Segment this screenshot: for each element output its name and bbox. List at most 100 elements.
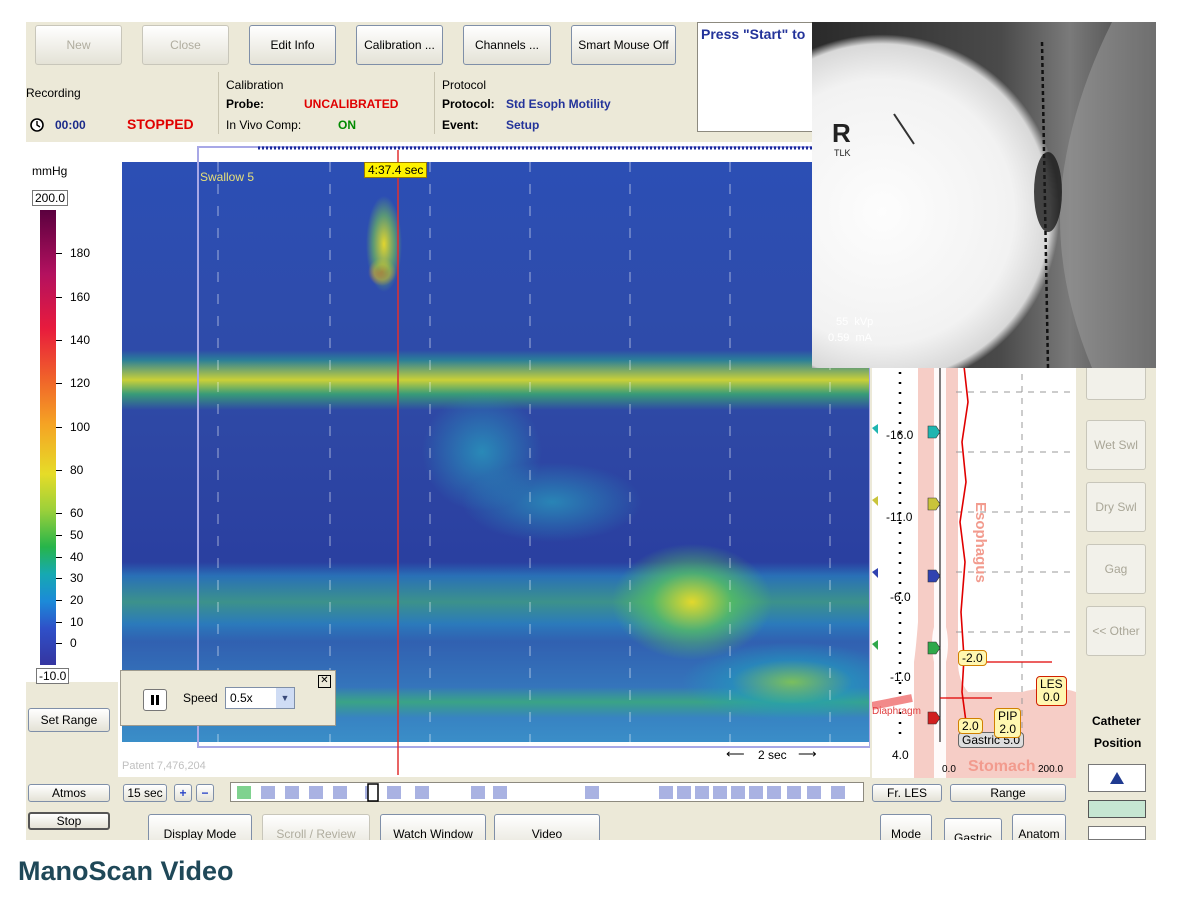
channels-button[interactable]: Channels ... (463, 25, 551, 65)
speed-value: 0.5x (230, 691, 253, 705)
scale-tick (56, 427, 62, 428)
zoom-out-icon[interactable]: − (196, 784, 214, 802)
scale-tick (56, 578, 62, 579)
stop-button[interactable]: Stop (28, 812, 110, 830)
scale-tick-label: 50 (70, 528, 84, 542)
xray-marker: R (832, 118, 851, 148)
calibration-button[interactable]: Calibration ... (356, 25, 443, 65)
position-label: -16.0 (886, 428, 914, 442)
catheter-label: Catheter (1092, 714, 1141, 728)
pause-icon (151, 695, 159, 705)
catheter-position-indicator (1088, 800, 1146, 818)
close-button[interactable]: Close (142, 25, 229, 65)
protocol-label: Protocol: (442, 97, 495, 111)
range-button[interactable]: Range (950, 784, 1066, 802)
scale-tick-label: 10 (70, 615, 84, 629)
fr-les-button[interactable]: Fr. LES (872, 784, 942, 802)
time-span-label: 2 sec (758, 748, 787, 762)
protocol-value: Std Esoph Motility (506, 97, 611, 111)
stomach-label: Stomach (968, 758, 1036, 775)
position-label: -6.0 (890, 590, 911, 604)
message-box: Press "Start" to (697, 22, 817, 132)
pause-button[interactable] (143, 689, 167, 711)
scale-tick (56, 513, 62, 514)
scale-tick (56, 600, 62, 601)
scale-tick-label: 80 (70, 463, 84, 477)
protocol-header: Protocol (442, 78, 487, 92)
cursor-time-label[interactable]: 4:37.4 sec (364, 162, 428, 178)
les-value: 0.0 (1043, 690, 1060, 704)
xray-ma: 0.59 mA (828, 332, 873, 344)
dry-swallow-button[interactable]: Dry Swl (1086, 482, 1146, 532)
position-label: -11.0 (886, 510, 913, 524)
mode-tab[interactable]: Mode (880, 814, 932, 840)
xray-kvp: 55 kVp (836, 316, 874, 328)
x-axis-min: 0.0 (942, 764, 956, 775)
watch-window-tab[interactable]: Watch Window (380, 814, 486, 840)
speed-label: Speed (183, 691, 218, 705)
set-range-button[interactable]: Set Range (28, 708, 110, 732)
event-label: Event: (442, 118, 479, 132)
scale-tick (56, 340, 62, 341)
gag-button[interactable]: Gag (1086, 544, 1146, 594)
pip-tag: PIP 2.0 (994, 708, 1022, 738)
video-tab[interactable]: Video (494, 814, 600, 840)
scale-tick-label: 120 (70, 376, 91, 390)
probe-label: Probe: (226, 97, 265, 111)
catheter-down-button[interactable] (1088, 826, 1146, 840)
window-length-button[interactable]: 15 sec (123, 784, 167, 802)
anatomy-tab[interactable]: Anatom (1012, 814, 1066, 840)
message-text: Press "Start" to (701, 26, 806, 42)
caption-title: ManoScan Video (18, 856, 234, 886)
xray-marker-sub: TLK (834, 148, 851, 158)
scale-tick-label: 30 (70, 571, 84, 585)
scale-tick (56, 557, 62, 558)
scale-tick-label: 180 (70, 246, 91, 260)
timeline-scrollbar[interactable] (230, 782, 864, 802)
recording-label: Recording (26, 86, 81, 100)
pressure-topography-plot[interactable]: 4:37.4 sec Swallow 5 Patent 7,476,204 ⟵ … (118, 142, 870, 777)
scale-tick (56, 470, 62, 471)
patent-label: Patent 7,476,204 (122, 760, 206, 772)
scale-unit: mmHg (32, 164, 68, 178)
diaphragm-label: Diaphragm (872, 706, 921, 717)
scale-tick (56, 253, 62, 254)
chevron-down-icon[interactable]: ▼ (276, 688, 294, 708)
close-icon[interactable]: ✕ (318, 675, 331, 688)
invivo-value: ON (338, 118, 356, 132)
position-label: 4.0 (892, 748, 909, 762)
edit-info-button[interactable]: Edit Info (249, 25, 336, 65)
pip-value: 2.0 (999, 722, 1017, 736)
wet-swallow-button[interactable]: Wet Swl (1086, 420, 1146, 470)
scale-tick-label: 0 (70, 636, 77, 650)
scale-tick (56, 383, 62, 384)
xray-video-frame: R TLK 55 kVp 0.59 mA (812, 22, 1156, 368)
event-value: Setup (506, 118, 540, 132)
scale-tick-label: 160 (70, 290, 91, 304)
smart-mouse-button[interactable]: Smart Mouse Off (571, 25, 676, 65)
new-button[interactable]: New (35, 25, 122, 65)
color-scale-bar (40, 210, 56, 665)
scale-tick-label: 40 (70, 550, 84, 564)
zoom-in-icon[interactable]: + (174, 784, 192, 802)
atmos-button[interactable]: Atmos (28, 784, 110, 802)
playback-panel: Speed 0.5x ▼ ✕ (120, 670, 336, 726)
speed-select[interactable]: 0.5x ▼ (225, 687, 295, 709)
scale-tick-label: 140 (70, 333, 91, 347)
invivo-label: In Vivo Comp: (226, 118, 302, 132)
anatomy-panel: -16.0 -11.0 -6.0 -1.0 4.0 Esophagus Stom… (872, 362, 1076, 778)
display-mode-tab[interactable]: Display Mode (148, 814, 252, 840)
scale-max: 200.0 (32, 190, 69, 206)
gastric-tab[interactable]: Gastric (944, 818, 1002, 840)
status-separator (434, 72, 435, 134)
scale-tick (56, 622, 62, 623)
recording-time: 00:00 (55, 118, 86, 132)
calibration-header: Calibration (226, 78, 284, 92)
x-axis-max: 200.0 (1038, 764, 1064, 775)
other-button[interactable]: << Other (1086, 606, 1146, 656)
scale-tick (56, 643, 62, 644)
pressure-tag: -2.0 (958, 650, 987, 666)
catheter-up-button[interactable] (1088, 764, 1146, 792)
scroll-review-tab[interactable]: Scroll / Review (262, 814, 370, 840)
scale-tick (56, 297, 62, 298)
